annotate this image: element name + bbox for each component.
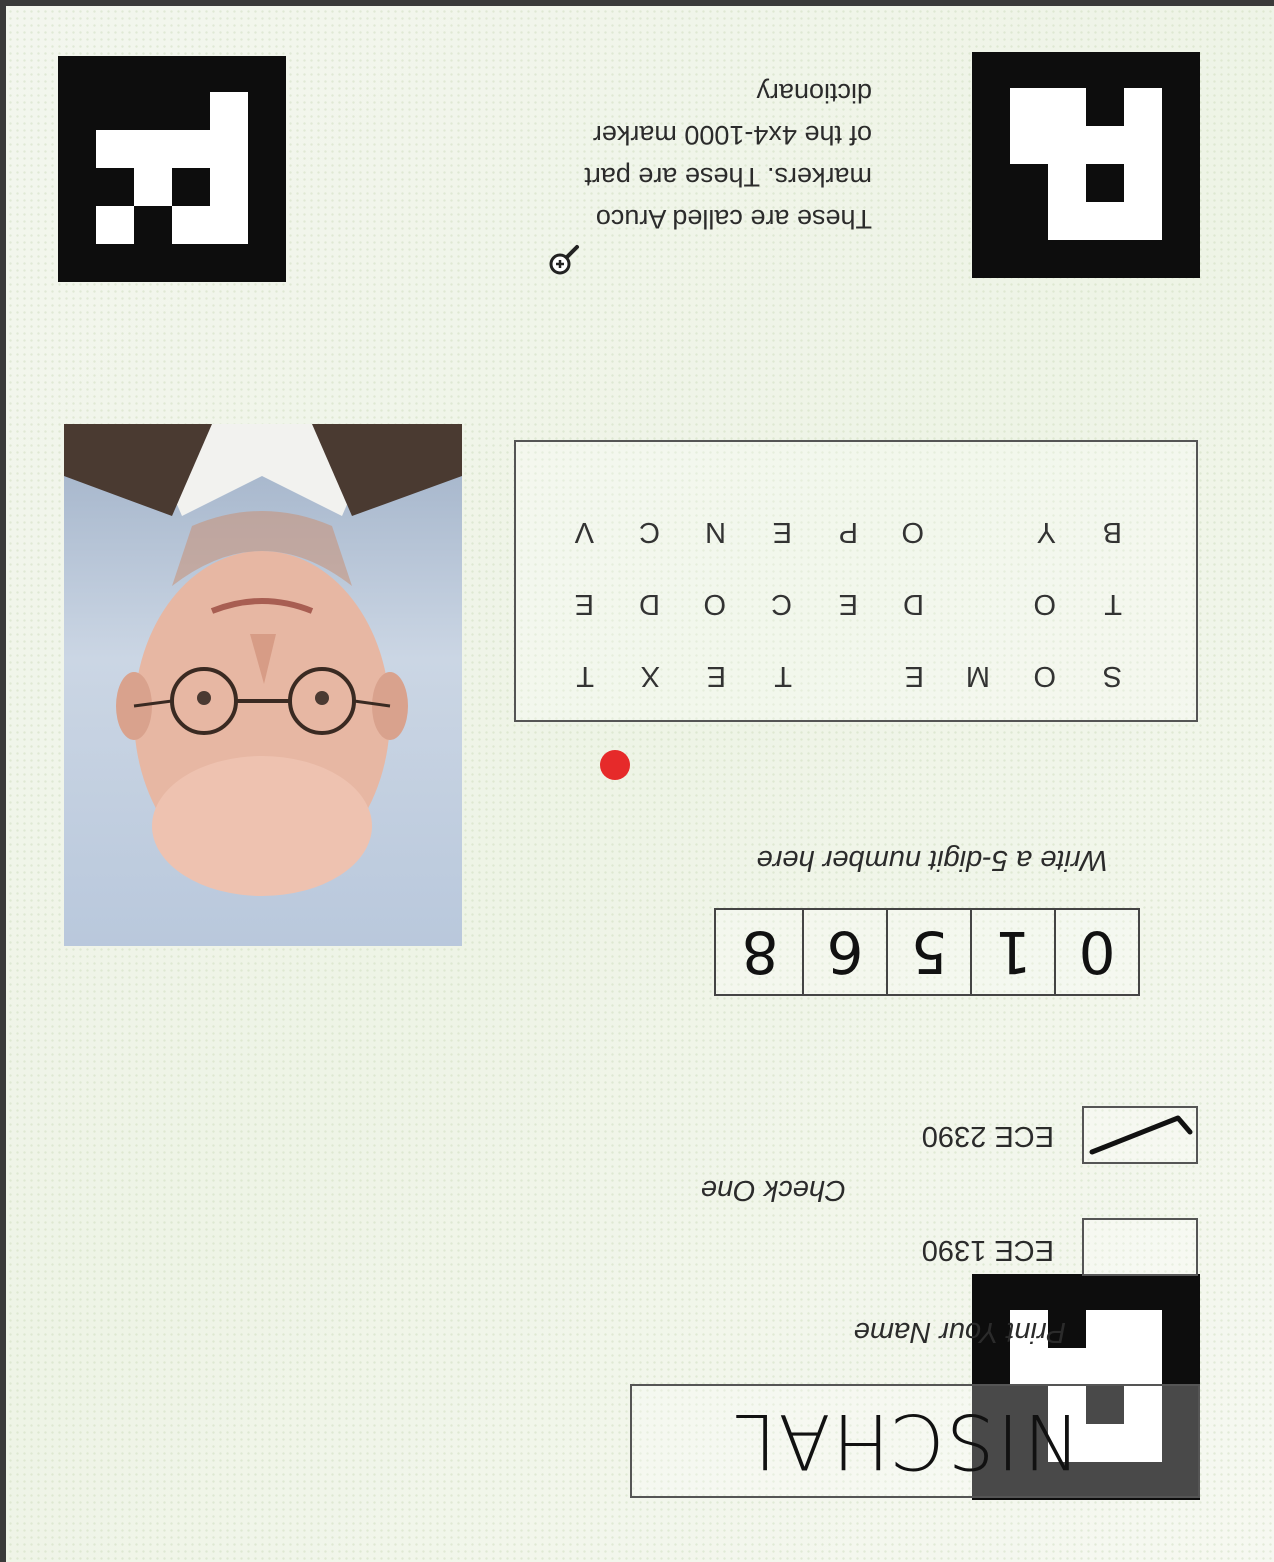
grid-letter: D (639, 588, 660, 620)
checkmark-icon (1089, 1115, 1193, 1155)
grid-letter: E (574, 588, 594, 620)
grid-letter: N (705, 516, 726, 548)
aruco-marker-bottom-left (972, 52, 1200, 278)
checkbox-ece2390[interactable] (1082, 1106, 1198, 1164)
digit-cell-2: 1 (970, 910, 1054, 994)
digit-cell-4: 6 (802, 910, 886, 994)
grid-letter: E (838, 588, 858, 620)
grid-letter: O (703, 588, 726, 620)
digit-cell-5: 8 (741, 918, 779, 986)
grid-letter: P (838, 516, 858, 548)
option-ece1390-label: ECE 1390 (921, 1234, 1054, 1266)
number-label: Write a 5-digit number here (756, 844, 1108, 876)
aruco-note-line-2: markers. These are part (584, 162, 872, 192)
grid-letter: C (639, 516, 660, 548)
grid-letter: T (576, 660, 594, 692)
scan-border-bottom (0, 0, 1274, 6)
name-label: Print Your Name (853, 1316, 1066, 1348)
option-ece2390-label: ECE 2390 (921, 1120, 1054, 1152)
grid-letter: T (774, 660, 792, 692)
grid-letter: E (772, 516, 792, 548)
digit-cell-1: 0 (1054, 910, 1138, 994)
aruco-note-line-1: These are called Aruco (595, 204, 872, 234)
grid-letter: Y (1036, 516, 1056, 548)
checkbox-ece1390[interactable] (1082, 1218, 1198, 1276)
name-value: NISCHAL (731, 1397, 1078, 1486)
check-one-label: Check One (700, 1174, 846, 1206)
digit-boxes[interactable]: 0 1 5 6 8 (714, 908, 1140, 996)
grid-letter: T (1104, 588, 1122, 620)
grid-letter: E (904, 660, 924, 692)
grid-letter: V (574, 516, 594, 548)
grid-letter: O (1033, 660, 1056, 692)
grid-letter: M (965, 660, 990, 692)
name-box[interactable]: NISCHAL (630, 1384, 1200, 1498)
grid-letter: D (903, 588, 924, 620)
grid-letter: O (1033, 588, 1056, 620)
grid-letter: C (771, 588, 792, 620)
zoom-in-icon[interactable] (546, 244, 580, 278)
portrait-illustration (64, 424, 462, 896)
aruco-note: These are called Aruco markers. These ar… (512, 72, 872, 240)
red-dot (600, 750, 630, 780)
aruco-note-line-3: of the 4x4-1000 marker (592, 120, 872, 150)
digit-cell-3: 5 (886, 910, 970, 994)
grid-letter: O (901, 516, 924, 548)
scan-border-right (0, 0, 6, 1562)
aruco-note-line-4: dictionary (756, 78, 872, 108)
letter-grid-box: S O M E T E X T T O D E C O D E B Y O P E N C V (514, 440, 1198, 722)
aruco-marker-bottom-right (58, 56, 286, 282)
grid-letter: X (640, 660, 660, 692)
grid-letter: E (706, 660, 726, 692)
form-page: NISCHAL Print Your Name ECE 1390 Check O… (0, 0, 1274, 1562)
portrait-photo (64, 424, 462, 946)
grid-letter: S (1102, 660, 1122, 692)
grid-letter: B (1102, 516, 1122, 548)
